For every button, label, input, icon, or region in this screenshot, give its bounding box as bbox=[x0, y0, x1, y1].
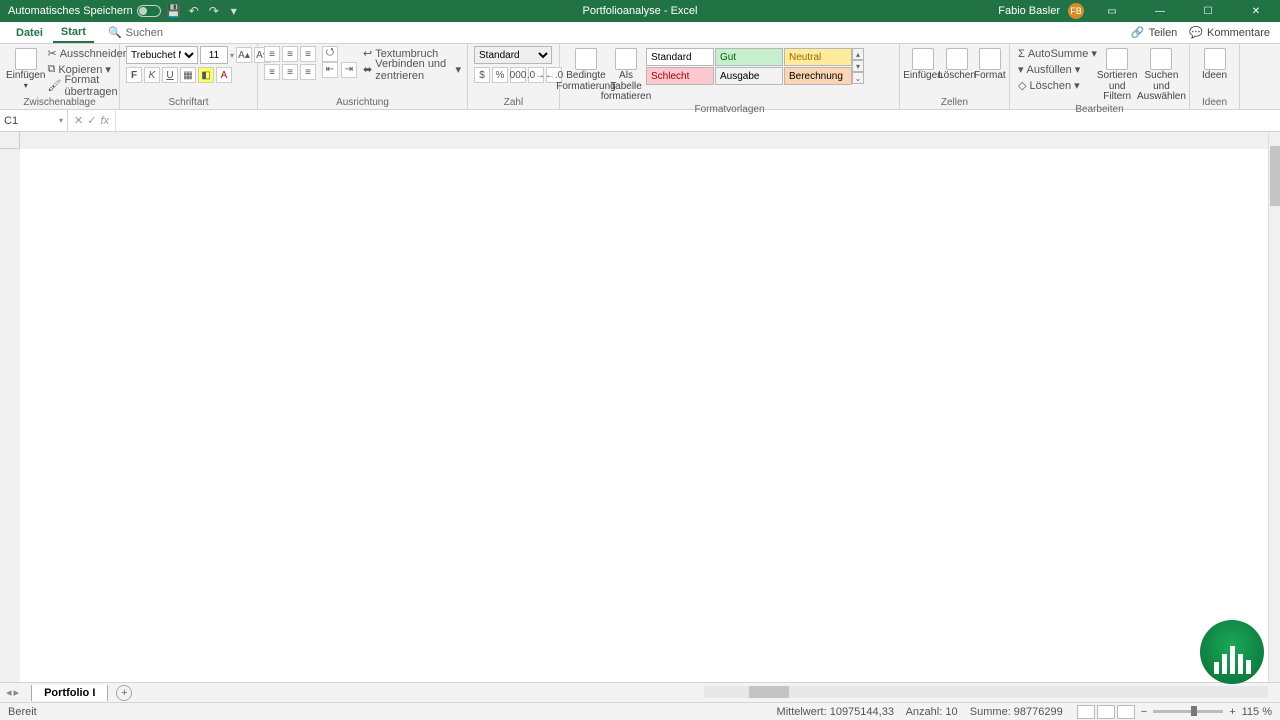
add-sheet-button[interactable]: + bbox=[116, 685, 132, 701]
view-page-break-icon[interactable] bbox=[1117, 705, 1135, 719]
save-icon[interactable]: 💾 bbox=[167, 4, 181, 18]
alignment-grid[interactable]: ≡≡≡ ≡≡≡ bbox=[264, 46, 316, 80]
gallery-down-icon[interactable]: ▾ bbox=[852, 60, 864, 72]
font-name-select[interactable]: Trebuchet MS bbox=[126, 46, 198, 64]
vertical-scrollbar[interactable] bbox=[1268, 132, 1280, 682]
tab-file[interactable]: Datei bbox=[8, 24, 51, 42]
ribbon-mode-icon[interactable]: ▭ bbox=[1092, 0, 1132, 22]
sort-filter-button[interactable]: Sortieren undFiltern bbox=[1097, 46, 1138, 103]
qat-customize-icon[interactable]: ▾ bbox=[227, 4, 241, 18]
horizontal-scrollbar[interactable] bbox=[704, 686, 1268, 698]
font-color-button[interactable]: A bbox=[216, 67, 232, 83]
cut-button[interactable]: ✂ Ausschneiden bbox=[47, 46, 128, 61]
fx-icon[interactable]: fx bbox=[100, 115, 109, 127]
inc-decimal-icon[interactable]: .0→ bbox=[528, 67, 544, 83]
comma-icon[interactable]: 000 bbox=[510, 67, 526, 83]
undo-icon[interactable]: ↶ bbox=[187, 4, 201, 18]
comments-button[interactable]: 💬 Kommentare bbox=[1189, 26, 1270, 39]
format-painter-button[interactable]: 🖌 Format übertragen bbox=[47, 78, 128, 93]
column-headers[interactable] bbox=[20, 132, 1268, 149]
zoom-in-icon[interactable]: + bbox=[1229, 706, 1235, 718]
status-count: Anzahl: 10 bbox=[906, 706, 958, 718]
number-format-select[interactable]: Standard bbox=[474, 46, 552, 64]
view-page-layout-icon[interactable] bbox=[1097, 705, 1115, 719]
name-box[interactable]: C1 bbox=[0, 110, 68, 131]
format-as-table-button[interactable]: Als Tabelleformatieren bbox=[606, 46, 646, 103]
sheet-nav-first-icon[interactable]: ◂ bbox=[6, 686, 12, 699]
close-icon[interactable]: ✕ bbox=[1236, 0, 1276, 22]
sheet-tab-active[interactable]: Portfolio I bbox=[31, 685, 108, 701]
group-label-font: Schriftart bbox=[126, 96, 251, 109]
orientation-icon[interactable]: ⭯ bbox=[322, 46, 338, 62]
delete-cells-button[interactable]: Löschen bbox=[940, 46, 974, 82]
logo-badge bbox=[1200, 620, 1264, 684]
gallery-up-icon[interactable]: ▴ bbox=[852, 48, 864, 60]
autosave-toggle[interactable]: Automatisches Speichern bbox=[8, 5, 161, 17]
search-label: Suchen bbox=[126, 27, 163, 39]
ideas-button[interactable]: Ideen bbox=[1196, 46, 1233, 82]
underline-button[interactable]: U bbox=[162, 67, 178, 83]
group-label-align: Ausrichtung bbox=[264, 96, 461, 109]
zoom-level[interactable]: 115 % bbox=[1242, 706, 1272, 718]
tell-me-search[interactable]: 🔍 Suchen bbox=[108, 26, 163, 39]
sheet-nav-last-icon[interactable]: ▸ bbox=[14, 686, 20, 699]
share-button[interactable]: 🔗 Teilen bbox=[1131, 26, 1177, 39]
indent-dec-icon[interactable]: ⇤ bbox=[322, 62, 338, 78]
toggle-off-icon[interactable] bbox=[137, 5, 161, 17]
maximize-icon[interactable]: ☐ bbox=[1188, 0, 1228, 22]
autosave-label: Automatisches Speichern bbox=[8, 5, 133, 17]
row-headers[interactable] bbox=[0, 149, 20, 682]
ribbon: Einfügen▾ ✂ Ausschneiden ⧉ Kopieren ▾ 🖌 … bbox=[0, 44, 1280, 110]
increase-font-icon[interactable]: A▴ bbox=[236, 47, 252, 63]
select-all-corner[interactable] bbox=[0, 132, 20, 149]
fill-button[interactable]: ▾ Ausfüllen ▾ bbox=[1018, 62, 1097, 77]
gallery-more-icon[interactable]: ⌄ bbox=[852, 72, 864, 84]
group-label-ideas: Ideen bbox=[1196, 96, 1233, 109]
bold-button[interactable]: F bbox=[126, 67, 142, 83]
indent-inc-icon[interactable]: ⇥ bbox=[341, 62, 357, 78]
group-label-editing: Bearbeiten bbox=[1016, 103, 1183, 116]
group-label-styles: Formatvorlagen bbox=[566, 103, 893, 116]
status-ready: Bereit bbox=[8, 706, 37, 718]
group-label-cells: Zellen bbox=[906, 96, 1003, 109]
minimize-icon[interactable]: — bbox=[1140, 0, 1180, 22]
clear-button[interactable]: ◇ Löschen ▾ bbox=[1018, 78, 1097, 93]
find-select-button[interactable]: Suchen undAuswählen bbox=[1137, 46, 1185, 103]
italic-button[interactable]: K bbox=[144, 67, 160, 83]
tab-start[interactable]: Start bbox=[53, 23, 94, 43]
group-label-number: Zahl bbox=[474, 96, 553, 109]
status-bar: Bereit Mittelwert: 10975144,33 Anzahl: 1… bbox=[0, 702, 1280, 720]
currency-icon[interactable]: $ bbox=[474, 67, 490, 83]
insert-cells-button[interactable]: Einfügen bbox=[906, 46, 940, 82]
format-cells-button[interactable]: Format bbox=[974, 46, 1006, 82]
user-name[interactable]: Fabio Basler bbox=[998, 5, 1060, 17]
worksheet-grid[interactable] bbox=[0, 132, 1280, 682]
user-avatar[interactable]: FB bbox=[1068, 3, 1084, 19]
title-bar: Automatisches Speichern 💾 ↶ ↷ ▾ Portfoli… bbox=[0, 0, 1280, 22]
font-size-input[interactable] bbox=[200, 46, 228, 64]
group-label-clipboard: Zwischenablage bbox=[6, 96, 113, 109]
autosum-button[interactable]: Σ AutoSumme ▾ bbox=[1018, 46, 1097, 61]
ribbon-tabs: Datei Start 🔍 Suchen 🔗 Teilen 💬 Kommenta… bbox=[0, 22, 1280, 44]
enter-formula-icon[interactable]: ✓ bbox=[87, 114, 96, 127]
sheet-tab-bar: ◂ ▸ Portfolio I + bbox=[0, 682, 1280, 702]
cancel-formula-icon[interactable]: ✕ bbox=[74, 114, 83, 127]
redo-icon[interactable]: ↷ bbox=[207, 4, 221, 18]
paste-button[interactable]: Einfügen▾ bbox=[6, 46, 45, 90]
merge-center-button[interactable]: ⬌ Verbinden und zentrieren ▾ bbox=[363, 62, 461, 77]
conditional-formatting-button[interactable]: BedingteFormatierung bbox=[566, 46, 606, 92]
window-title: Portfolioanalyse - Excel bbox=[583, 5, 698, 17]
status-average: Mittelwert: 10975144,33 bbox=[777, 706, 894, 718]
status-sum: Summe: 98776299 bbox=[970, 706, 1063, 718]
borders-button[interactable]: ▦ bbox=[180, 67, 196, 83]
view-normal-icon[interactable] bbox=[1077, 705, 1095, 719]
fill-color-button[interactable]: ◧ bbox=[198, 67, 214, 83]
cell-styles-gallery[interactable]: Standard Gut Neutral Schlecht Ausgabe Be… bbox=[646, 48, 852, 85]
zoom-slider[interactable] bbox=[1153, 710, 1223, 713]
zoom-out-icon[interactable]: − bbox=[1141, 706, 1147, 718]
percent-icon[interactable]: % bbox=[492, 67, 508, 83]
